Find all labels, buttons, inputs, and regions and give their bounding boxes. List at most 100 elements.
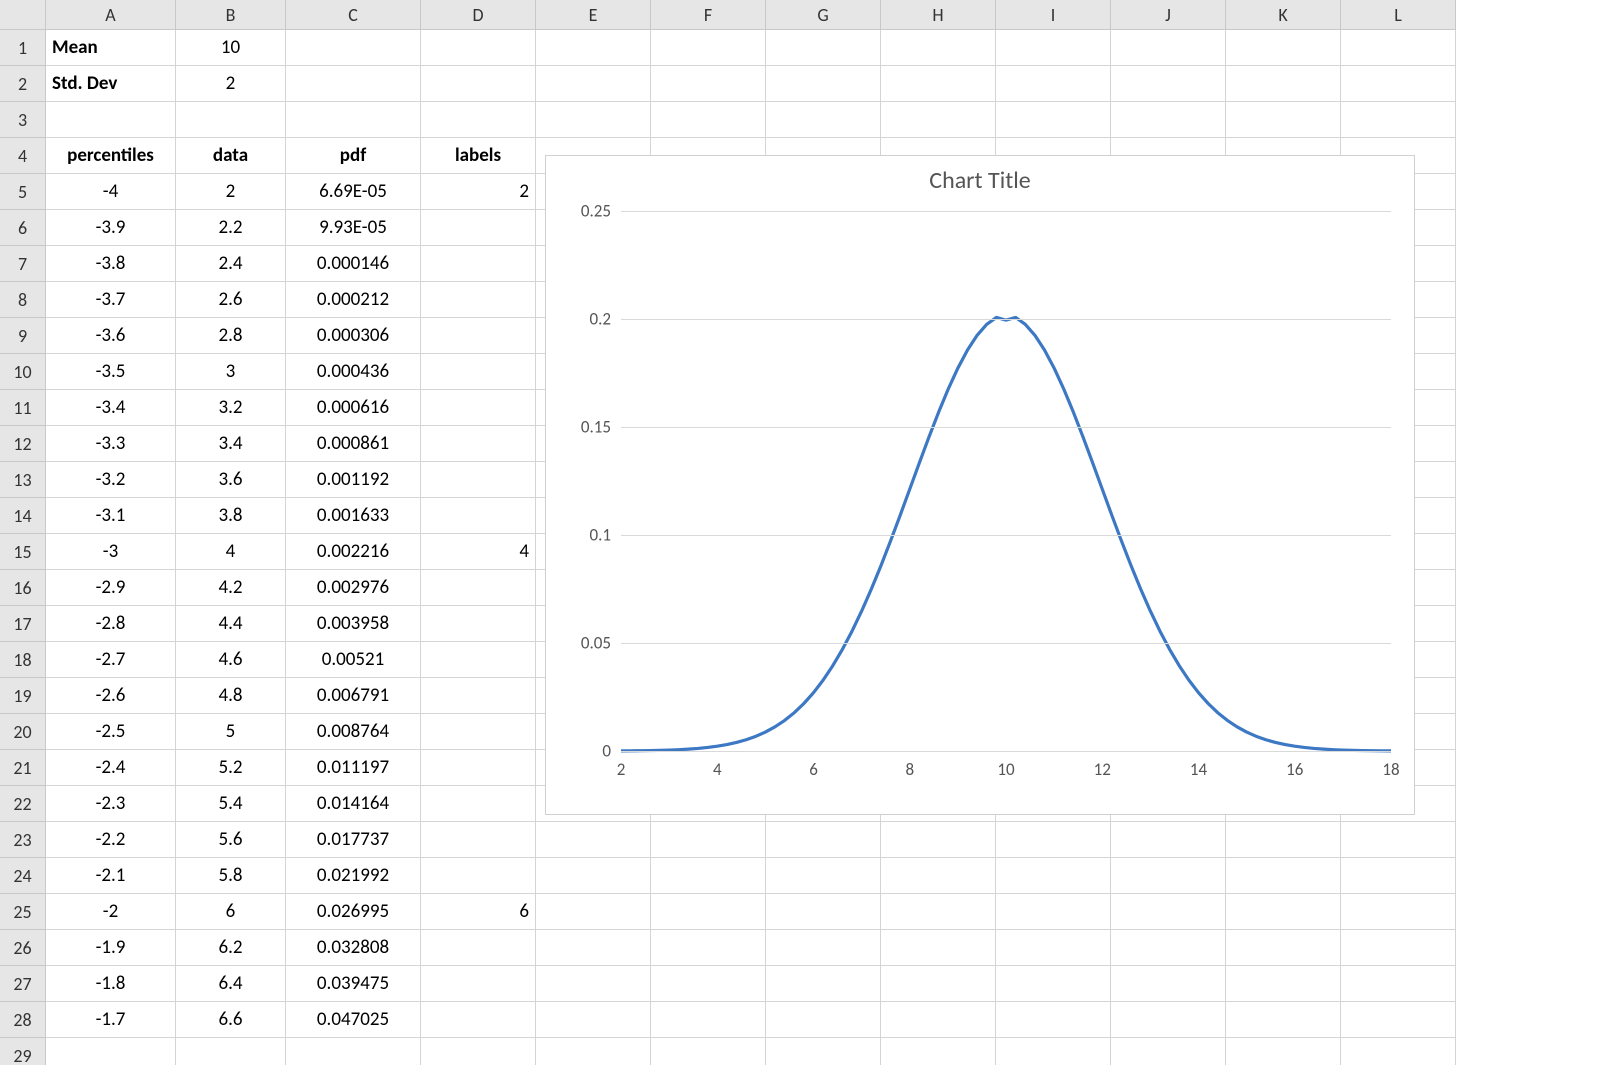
cell-A23[interactable]: -2.2 — [46, 822, 176, 858]
cell-C3[interactable] — [286, 102, 421, 138]
cell-A14[interactable]: -3.1 — [46, 498, 176, 534]
col-header-B[interactable]: B — [176, 0, 286, 30]
row-header-18[interactable]: 18 — [0, 642, 46, 678]
cell-A2[interactable]: Std. Dev — [46, 66, 176, 102]
cell-B26[interactable]: 6.2 — [176, 930, 286, 966]
col-header-C[interactable]: C — [286, 0, 421, 30]
cell-E2[interactable] — [536, 66, 651, 102]
cell-F27[interactable] — [651, 966, 766, 1002]
cell-A21[interactable]: -2.4 — [46, 750, 176, 786]
row-header-3[interactable]: 3 — [0, 102, 46, 138]
cell-B7[interactable]: 2.4 — [176, 246, 286, 282]
cell-E23[interactable] — [536, 822, 651, 858]
row-header-11[interactable]: 11 — [0, 390, 46, 426]
row-header-9[interactable]: 9 — [0, 318, 46, 354]
cell-K24[interactable] — [1226, 858, 1341, 894]
cell-C17[interactable]: 0.003958 — [286, 606, 421, 642]
cell-D6[interactable] — [421, 210, 536, 246]
cell-L29[interactable] — [1341, 1038, 1456, 1065]
cell-L27[interactable] — [1341, 966, 1456, 1002]
cell-G28[interactable] — [766, 1002, 881, 1038]
cell-A16[interactable]: -2.9 — [46, 570, 176, 606]
cell-C16[interactable]: 0.002976 — [286, 570, 421, 606]
cell-F25[interactable] — [651, 894, 766, 930]
cell-H3[interactable] — [881, 102, 996, 138]
cell-C23[interactable]: 0.017737 — [286, 822, 421, 858]
col-header-F[interactable]: F — [651, 0, 766, 30]
cell-C2[interactable] — [286, 66, 421, 102]
cell-J29[interactable] — [1111, 1038, 1226, 1065]
cell-K3[interactable] — [1226, 102, 1341, 138]
cell-I2[interactable] — [996, 66, 1111, 102]
row-header-28[interactable]: 28 — [0, 1002, 46, 1038]
cell-D24[interactable] — [421, 858, 536, 894]
cell-E27[interactable] — [536, 966, 651, 1002]
cell-C28[interactable]: 0.047025 — [286, 1002, 421, 1038]
col-header-A[interactable]: A — [46, 0, 176, 30]
row-header-1[interactable]: 1 — [0, 30, 46, 66]
cell-D1[interactable] — [421, 30, 536, 66]
row-header-13[interactable]: 13 — [0, 462, 46, 498]
cell-D27[interactable] — [421, 966, 536, 1002]
col-header-I[interactable]: I — [996, 0, 1111, 30]
cell-J3[interactable] — [1111, 102, 1226, 138]
cell-B9[interactable]: 2.8 — [176, 318, 286, 354]
row-header-24[interactable]: 24 — [0, 858, 46, 894]
cell-C9[interactable]: 0.000306 — [286, 318, 421, 354]
cell-H2[interactable] — [881, 66, 996, 102]
cell-B28[interactable]: 6.6 — [176, 1002, 286, 1038]
cell-E26[interactable] — [536, 930, 651, 966]
cell-A7[interactable]: -3.8 — [46, 246, 176, 282]
cell-K1[interactable] — [1226, 30, 1341, 66]
cell-D5[interactable]: 2 — [421, 174, 536, 210]
cell-C1[interactable] — [286, 30, 421, 66]
cell-C4[interactable]: pdf — [286, 138, 421, 174]
cell-J23[interactable] — [1111, 822, 1226, 858]
cell-E3[interactable] — [536, 102, 651, 138]
cell-A22[interactable]: -2.3 — [46, 786, 176, 822]
cell-H23[interactable] — [881, 822, 996, 858]
cell-K27[interactable] — [1226, 966, 1341, 1002]
cell-D18[interactable] — [421, 642, 536, 678]
cell-G29[interactable] — [766, 1038, 881, 1065]
cell-D12[interactable] — [421, 426, 536, 462]
cell-I25[interactable] — [996, 894, 1111, 930]
cell-F2[interactable] — [651, 66, 766, 102]
cell-J27[interactable] — [1111, 966, 1226, 1002]
cell-B4[interactable]: data — [176, 138, 286, 174]
cell-G1[interactable] — [766, 30, 881, 66]
cell-A6[interactable]: -3.9 — [46, 210, 176, 246]
cell-A25[interactable]: -2 — [46, 894, 176, 930]
cell-A1[interactable]: Mean — [46, 30, 176, 66]
cell-F28[interactable] — [651, 1002, 766, 1038]
select-all-corner[interactable] — [0, 0, 46, 30]
row-header-15[interactable]: 15 — [0, 534, 46, 570]
cell-D29[interactable] — [421, 1038, 536, 1065]
cell-K25[interactable] — [1226, 894, 1341, 930]
cell-I1[interactable] — [996, 30, 1111, 66]
cell-E24[interactable] — [536, 858, 651, 894]
cell-A10[interactable]: -3.5 — [46, 354, 176, 390]
cell-H27[interactable] — [881, 966, 996, 1002]
row-header-16[interactable]: 16 — [0, 570, 46, 606]
cell-C6[interactable]: 9.93E-05 — [286, 210, 421, 246]
cell-B23[interactable]: 5.6 — [176, 822, 286, 858]
cell-D22[interactable] — [421, 786, 536, 822]
row-header-20[interactable]: 20 — [0, 714, 46, 750]
cell-D26[interactable] — [421, 930, 536, 966]
cell-L24[interactable] — [1341, 858, 1456, 894]
cell-B27[interactable]: 6.4 — [176, 966, 286, 1002]
cell-H26[interactable] — [881, 930, 996, 966]
cell-E1[interactable] — [536, 30, 651, 66]
cell-K28[interactable] — [1226, 1002, 1341, 1038]
cell-B24[interactable]: 5.8 — [176, 858, 286, 894]
cell-E25[interactable] — [536, 894, 651, 930]
cell-J1[interactable] — [1111, 30, 1226, 66]
cell-D15[interactable]: 4 — [421, 534, 536, 570]
cell-B21[interactable]: 5.2 — [176, 750, 286, 786]
cell-J2[interactable] — [1111, 66, 1226, 102]
cell-B8[interactable]: 2.6 — [176, 282, 286, 318]
cell-G27[interactable] — [766, 966, 881, 1002]
cell-C20[interactable]: 0.008764 — [286, 714, 421, 750]
row-header-25[interactable]: 25 — [0, 894, 46, 930]
